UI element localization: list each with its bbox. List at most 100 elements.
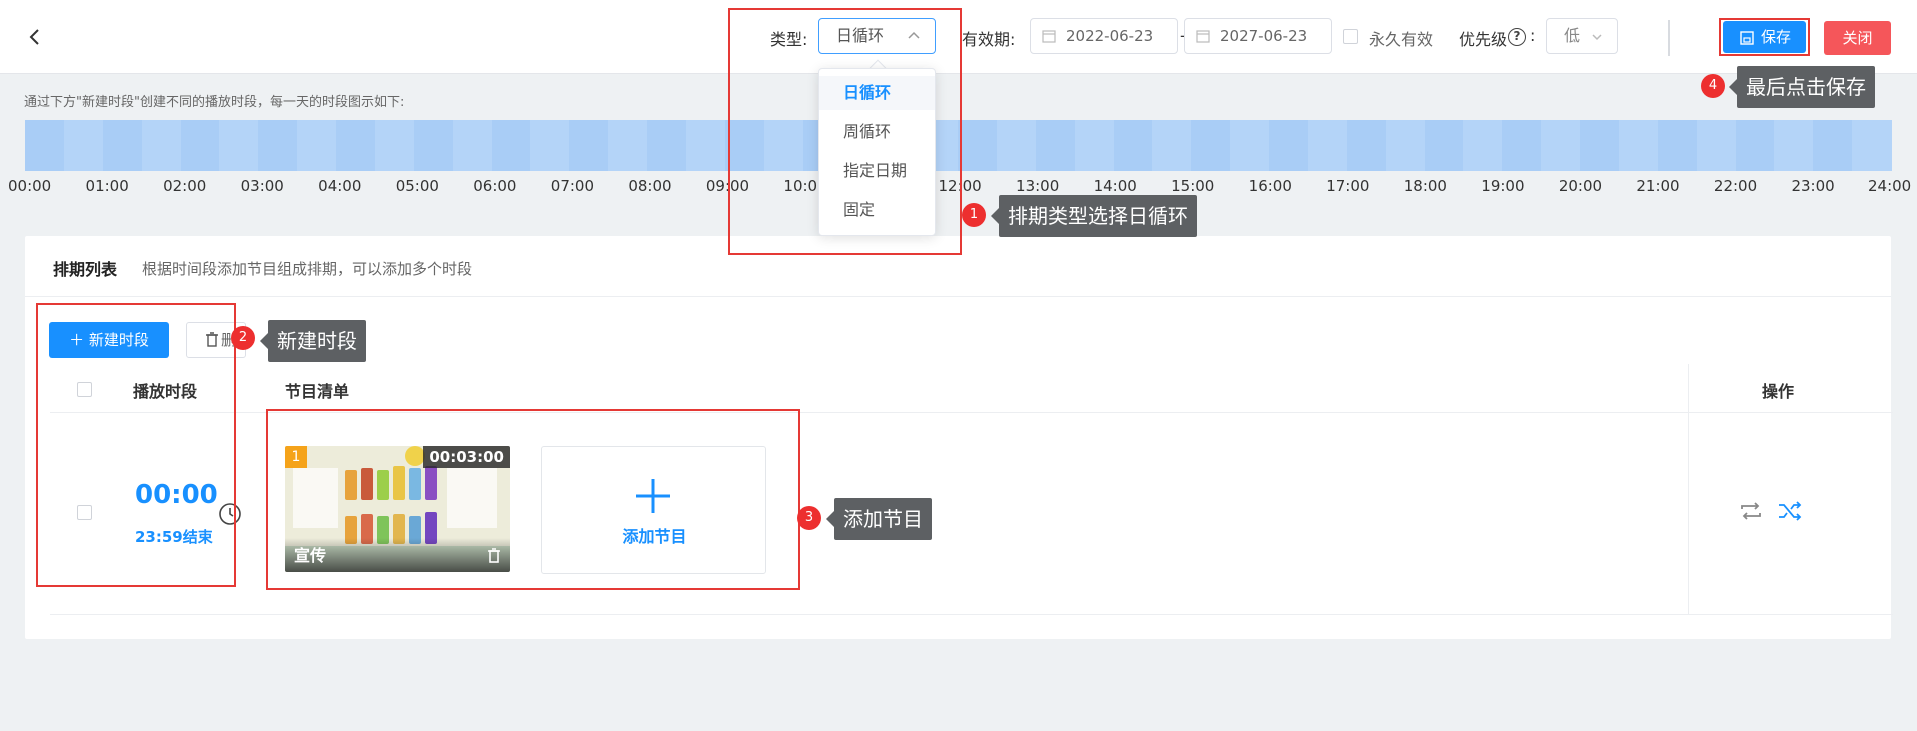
timeline-segment bbox=[1502, 120, 1542, 171]
validity-label: 有效期: bbox=[962, 30, 1016, 49]
timeline-tick-label: 04:00 bbox=[318, 177, 362, 195]
annotation-badge-1: 1 bbox=[962, 203, 986, 227]
calendar-icon bbox=[1196, 30, 1210, 43]
timeline-segment bbox=[258, 120, 298, 171]
timeline-tick-label: 00:00 bbox=[8, 177, 52, 195]
timeline-tick-label: 20:00 bbox=[1558, 177, 1603, 195]
end-date-value: 2027-06-23 bbox=[1220, 27, 1308, 45]
timeline-segment bbox=[374, 120, 415, 171]
timeline-tick-label: 14:00 bbox=[1093, 177, 1137, 195]
timeline-segment bbox=[141, 120, 181, 171]
annotation-callout-2: 新建时段 bbox=[260, 320, 366, 362]
annotation-callout-3: 添加节目 bbox=[826, 498, 932, 540]
timeline-segment bbox=[1385, 120, 1425, 171]
timeline-segment bbox=[1230, 120, 1270, 171]
timeline-tick-label: 01:00 bbox=[85, 177, 129, 195]
priority-label: 优先级 bbox=[1459, 30, 1508, 49]
timeline-tick-label: 18:00 bbox=[1403, 177, 1447, 195]
forever-label: 永久有效 bbox=[1369, 30, 1434, 49]
timeline-tick-label: 13:00 bbox=[1016, 177, 1060, 195]
timeline-segment bbox=[1307, 120, 1348, 171]
timeline-segment bbox=[1541, 120, 1581, 171]
timeline-tick-label: 03:00 bbox=[240, 177, 284, 195]
panel-title: 排期列表 bbox=[53, 260, 118, 279]
close-button[interactable]: 关闭 bbox=[1824, 21, 1891, 55]
timeline-tick-label: 06:00 bbox=[473, 177, 517, 195]
timeline-segment bbox=[1113, 120, 1153, 171]
timeline-segment bbox=[1074, 120, 1114, 171]
timeline-tick-label: 21:00 bbox=[1636, 177, 1680, 195]
timeline-segment bbox=[1618, 120, 1659, 171]
timeline-hint: 通过下方"新建时段"创建不同的播放时段，每一天的时段图示如下: bbox=[24, 95, 405, 110]
timeline-segment bbox=[336, 120, 376, 171]
timeline-tick-label: 19:00 bbox=[1481, 177, 1525, 195]
timeline-segment bbox=[25, 120, 65, 171]
timeline-segment bbox=[608, 120, 648, 171]
timeline-segment bbox=[1269, 120, 1309, 171]
timeline-tick-label: 24:00 bbox=[1868, 177, 1912, 195]
annotation-badge-2: 2 bbox=[231, 326, 255, 350]
help-icon[interactable]: ? bbox=[1508, 28, 1526, 46]
toolbar-divider bbox=[1668, 20, 1670, 56]
ops-column-divider bbox=[1688, 364, 1689, 614]
timeline-tick-label: 05:00 bbox=[395, 177, 439, 195]
timeline-tick-label: 23:00 bbox=[1791, 177, 1835, 195]
timeline-segment bbox=[1152, 120, 1192, 171]
timeline-segment bbox=[1035, 120, 1076, 171]
timeline-segment bbox=[685, 120, 726, 171]
timeline-segment bbox=[180, 120, 220, 171]
annotation-box-new-period bbox=[36, 303, 236, 587]
timeline-segment bbox=[1657, 120, 1698, 171]
timeline-segment bbox=[1852, 120, 1892, 171]
timeline-tick-label: 17:00 bbox=[1326, 177, 1370, 195]
loop-icon[interactable] bbox=[1738, 500, 1764, 522]
col-header-ops: 操作 bbox=[1762, 382, 1795, 401]
annotation-box-programs bbox=[266, 409, 800, 590]
timeline-segment bbox=[1735, 120, 1775, 171]
timeline-segment bbox=[1580, 120, 1620, 171]
timeline-tick-label: 22:00 bbox=[1713, 177, 1758, 195]
timeline-tick-label: 02:00 bbox=[163, 177, 207, 195]
annotation-box-save bbox=[1719, 18, 1810, 56]
forever-checkbox[interactable] bbox=[1343, 29, 1358, 44]
timeline-segment bbox=[219, 120, 259, 171]
shuffle-icon[interactable] bbox=[1777, 500, 1803, 522]
timeline-segment bbox=[63, 120, 104, 171]
annotation-badge-4: 4 bbox=[1701, 74, 1725, 98]
calendar-icon bbox=[1042, 30, 1056, 43]
start-date-value: 2022-06-23 bbox=[1066, 27, 1154, 45]
timeline-segment bbox=[297, 120, 337, 171]
chevron-down-icon bbox=[1592, 34, 1602, 41]
annotation-badge-3: 3 bbox=[797, 506, 821, 530]
timeline-tick-label: 08:00 bbox=[628, 177, 672, 195]
timeline-tick-label: 16:00 bbox=[1248, 177, 1292, 195]
timeline-segment bbox=[958, 120, 998, 171]
timeline-segment bbox=[530, 120, 570, 171]
panel-description: 根据时间段添加节目组成排期，可以添加多个时段 bbox=[142, 260, 473, 278]
start-date-input[interactable]: 2022-06-23 bbox=[1030, 18, 1178, 54]
annotation-callout-4: 最后点击保存 bbox=[1729, 66, 1875, 108]
col-header-programs: 节目清单 bbox=[285, 382, 350, 401]
timeline-segment bbox=[1191, 120, 1231, 171]
timeline-tick-label: 07:00 bbox=[550, 177, 595, 195]
timeline-segment bbox=[491, 120, 531, 171]
timeline-segment bbox=[413, 120, 454, 171]
timeline-segment bbox=[1463, 120, 1503, 171]
table-row-divider bbox=[50, 614, 1893, 615]
timeline-segment bbox=[102, 120, 143, 171]
timeline-segment bbox=[1774, 120, 1814, 171]
priority-select[interactable]: 低 bbox=[1546, 18, 1618, 54]
timeline-segment bbox=[647, 120, 687, 171]
annotation-box-type bbox=[728, 8, 962, 255]
timeline-segment bbox=[452, 120, 492, 171]
timeline-segment bbox=[1346, 120, 1387, 171]
priority-colon: : bbox=[1530, 26, 1536, 45]
end-date-input[interactable]: 2027-06-23 bbox=[1184, 18, 1332, 54]
annotation-callout-1: 排期类型选择日循环 bbox=[991, 195, 1197, 237]
timeline-segment bbox=[996, 120, 1037, 171]
timeline-segment bbox=[1813, 120, 1853, 171]
timeline-segment bbox=[1424, 120, 1464, 171]
back-arrow-icon[interactable] bbox=[24, 25, 44, 49]
priority-value: 低 bbox=[1564, 26, 1581, 45]
timeline-tick-label: 15:00 bbox=[1171, 177, 1215, 195]
